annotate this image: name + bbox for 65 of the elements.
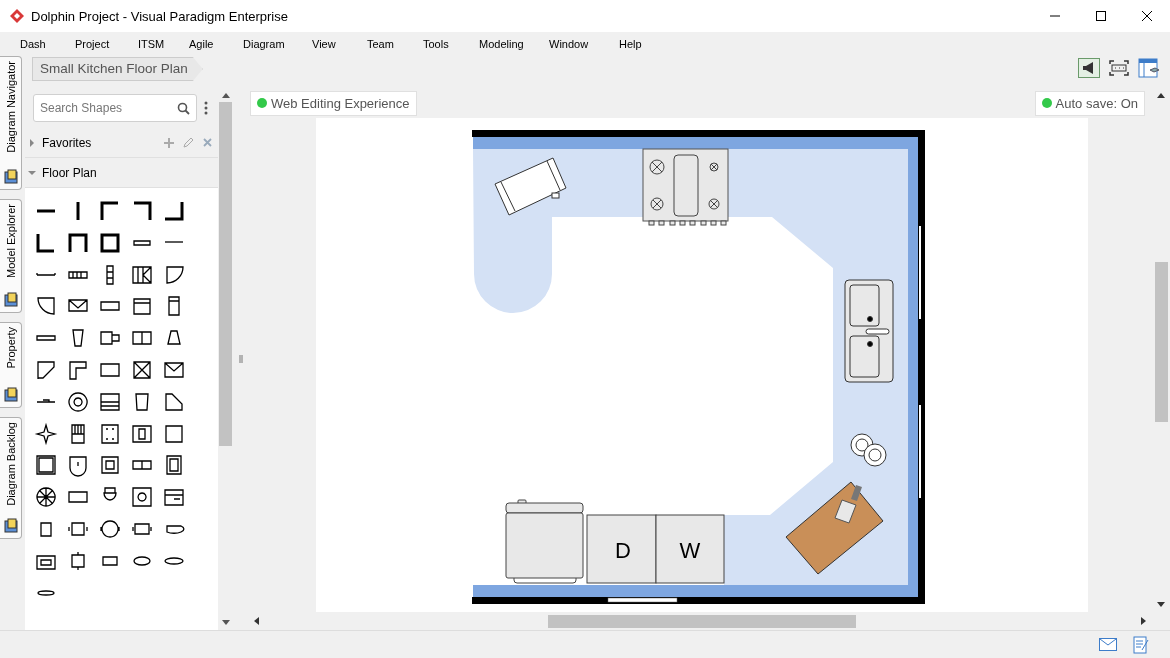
scroll-left-icon[interactable] <box>254 617 259 625</box>
side-tab[interactable]: Diagram Navigator <box>0 56 22 190</box>
floor-plan-shape-icon[interactable] <box>66 389 90 414</box>
side-tab[interactable]: Diagram Backlog <box>0 417 22 539</box>
menu-item[interactable]: Dash <box>20 37 75 50</box>
status-badge: Web Editing Experience <box>250 90 417 116</box>
menu-item[interactable]: Window <box>549 37 619 50</box>
fit-view-icon[interactable] <box>1108 58 1130 78</box>
door-drawing <box>607 597 678 603</box>
menu-item[interactable]: Help <box>619 37 642 50</box>
floor-plan-shape-icon[interactable] <box>162 199 186 223</box>
floor-plan-shape-icon[interactable] <box>66 358 90 382</box>
menu-item[interactable]: ITSM <box>138 37 189 50</box>
side-tab[interactable]: Property <box>0 322 22 408</box>
floor-plan-shape-icon[interactable] <box>34 453 58 478</box>
search-field[interactable]: Search Shapes <box>33 94 197 122</box>
panel-icon <box>2 169 19 185</box>
more-options-icon[interactable] <box>204 101 208 115</box>
splitter-handle-icon[interactable] <box>238 355 243 363</box>
menu-item[interactable]: View <box>312 37 367 50</box>
floor-plan-shape-icon[interactable] <box>66 453 90 478</box>
floor-plan-shape-icon[interactable] <box>98 421 122 446</box>
side-tab[interactable]: Model Explorer <box>0 199 22 313</box>
floor-plan-shape-icon[interactable] <box>34 485 58 510</box>
menu-item[interactable]: Modeling <box>479 37 549 50</box>
menu-item[interactable]: Agile <box>189 37 243 50</box>
status-badge: Auto save: On <box>1034 90 1145 116</box>
close-icon[interactable] <box>1141 10 1153 22</box>
dryer-drawing <box>586 514 657 584</box>
notes-icon[interactable] <box>1133 635 1149 654</box>
scroll-up-icon[interactable] <box>221 93 230 98</box>
scroll-up-icon[interactable] <box>1157 93 1165 98</box>
appliance-label: D <box>615 538 631 563</box>
app-logo-icon <box>9 8 25 24</box>
scrollbar-thumb[interactable] <box>219 102 232 446</box>
maximize-icon[interactable] <box>1095 10 1107 22</box>
scrollbar-thumb[interactable] <box>548 614 856 628</box>
expand-caret-icon[interactable] <box>28 138 36 147</box>
shape-group-header[interactable]: Floor Plan <box>25 158 218 188</box>
panel-icon <box>2 387 19 403</box>
appliance-label: W <box>679 538 701 563</box>
panel-icon <box>2 518 19 534</box>
menu-item[interactable]: Team <box>367 37 423 50</box>
scroll-down-icon[interactable] <box>1157 602 1165 607</box>
menu-item[interactable]: Diagram <box>243 37 312 50</box>
scroll-right-icon[interactable] <box>1141 617 1146 625</box>
floor-plan-shape-icon[interactable] <box>130 485 154 510</box>
menu-item[interactable]: Tools <box>423 37 479 50</box>
floor-plan-shape-icon[interactable] <box>34 421 58 446</box>
mail-icon[interactable] <box>1099 638 1117 651</box>
layers-window-icon[interactable] <box>1138 58 1160 78</box>
floor-plan-shape-icon[interactable] <box>34 358 58 382</box>
window-title: Dolphin Project - Visual Paradigm Enterprise <box>31 8 288 24</box>
washer-drawing <box>655 514 725 584</box>
search-icon[interactable] <box>177 102 190 115</box>
scrollbar-thumb[interactable] <box>1154 262 1168 422</box>
breadcrumb[interactable]: Small Kitchen Floor Plan <box>32 57 203 81</box>
menu-item[interactable]: Project <box>75 37 138 50</box>
floor-plan-shape-icon[interactable] <box>130 358 154 382</box>
plates-drawing <box>850 433 887 467</box>
expand-caret-icon[interactable] <box>28 168 36 177</box>
shape-group-header[interactable]: Favorites <box>25 128 218 158</box>
panel-icon <box>2 292 19 308</box>
scroll-down-icon[interactable] <box>221 620 230 625</box>
megaphone-icon[interactable] <box>1078 58 1100 78</box>
